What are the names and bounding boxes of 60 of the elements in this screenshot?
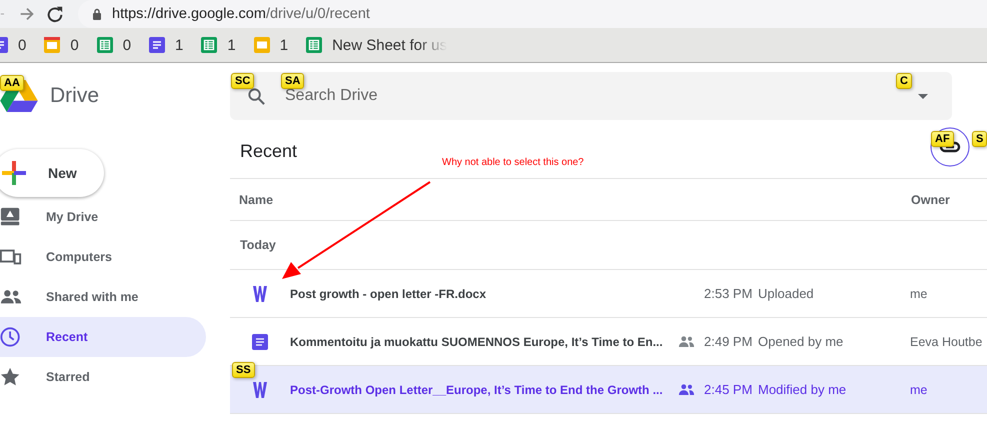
hint-badge: SA [281,73,304,89]
presentation-icon [44,37,60,53]
file-name: Post-Growth Open Letter__Europe, It’s Time to End the Growth ... [290,382,664,396]
time-text: 2:53 PM [704,286,754,301]
spreadsheet-icon [201,37,218,53]
new-button[interactable]: New [0,149,104,197]
sidebar-item[interactable]: My Drive [0,197,206,237]
column-header[interactable]: Owner [911,192,950,206]
hint-badge: C [896,73,912,89]
people-icon [678,384,694,395]
search-icon[interactable] [247,86,266,106]
activity-text: Opened by me [758,334,844,349]
owner-text: me [910,286,928,300]
spreadsheet-icon [306,37,322,53]
time-text: 2:49 PM [704,334,754,349]
url-text: https://drive.google.com/drive/u/0/recent [112,6,370,22]
bookmark[interactable]: 0 [0,36,26,54]
hint-badge: AA [0,75,24,91]
reload-icon[interactable] [46,5,64,23]
presentation-icon [254,37,270,53]
people-icon [678,336,694,347]
dropdown-caret-icon[interactable] [918,94,928,98]
bookmark[interactable]: New Sheet for us [306,36,448,54]
group-heading: Today [240,238,276,252]
bookmark[interactable]: 1 [201,36,236,54]
hint-badge: SS [232,362,255,378]
sidebar-item[interactable]: Computers [0,237,206,277]
bookmark[interactable]: 1 [254,36,288,54]
time-text: 2:45 PM [704,382,754,397]
lock-icon [92,8,102,20]
bookmark[interactable]: 1 [149,36,184,54]
search-input[interactable]: Search Drive [283,86,918,106]
address-bar[interactable]: https://drive.google.com/drive/u/0/recent [78,0,987,28]
plus-icon [2,161,26,185]
bookmark[interactable]: 0 [96,36,132,54]
spreadsheet-icon [96,37,113,53]
app-name: Drive [50,84,100,108]
hint-badge: AF [931,131,954,147]
file-name: Kommentoitu ja muokattu SUOMENNOS Europe, It’s Time to En... [290,334,664,348]
forward-icon[interactable] [18,5,36,23]
sidebar-item[interactable]: Starred [0,357,206,397]
owner-text: Eeva Houtbe [910,334,982,348]
sidebar-item[interactable]: Shared with me [0,277,206,317]
owner-text: me [910,382,928,396]
annotation-text: Why not able to select this one? [442,157,584,168]
column-header[interactable]: Name [239,192,911,206]
hint-badge: S [972,131,987,147]
file-name: Post growth - open letter -FR.docx [290,286,488,300]
word-file-icon [253,286,267,302]
bookmark[interactable]: 0 [44,36,79,54]
hint-badge: SC [231,73,254,89]
sidebar-item[interactable]: Recent [0,317,206,357]
word-file-icon [253,382,267,398]
star-icon [0,366,22,388]
page-title: Recent [240,140,298,162]
clock-icon [0,326,22,348]
document-icon [149,37,166,53]
activity-text: Uploaded [758,286,815,301]
document-icon [252,334,268,350]
activity-text: Modified by me [758,382,848,397]
